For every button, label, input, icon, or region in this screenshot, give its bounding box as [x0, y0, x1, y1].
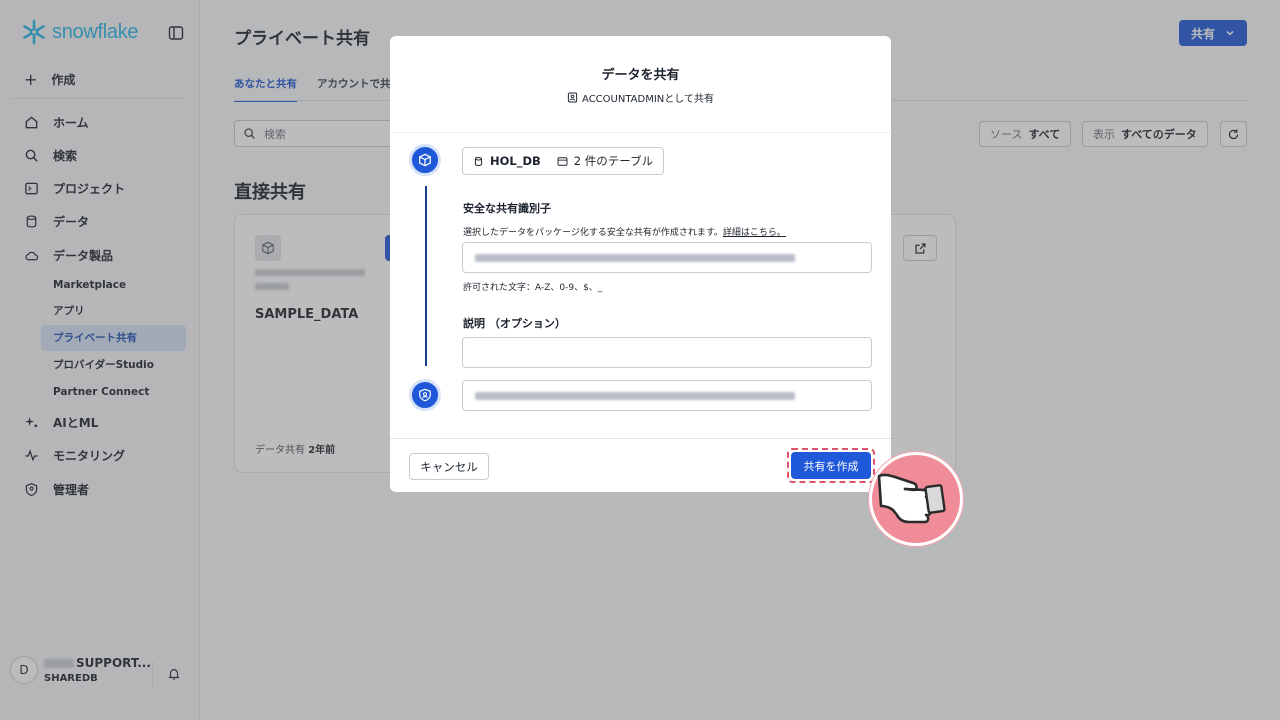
selected-data-chip[interactable]: HOL_DB 2 件のテーブル [462, 147, 665, 175]
shield-user-icon [419, 388, 431, 402]
table-count: 2 件のテーブル [573, 154, 654, 168]
learn-more-link[interactable]: 詳細はこちら。 [723, 228, 786, 238]
dialog-title: データを共有 [601, 68, 680, 83]
step-share-indicator [409, 379, 441, 411]
cancel-button[interactable]: キャンセル [409, 453, 489, 480]
identifier-help: 選択したデータをパッケージ化する安全な共有が作成されます。詳細はこちら。 [463, 228, 786, 238]
share-data-dialog: データを共有 ACCOUNTADMINとして共有 HOL_DB 2 件のテーブル… [390, 36, 891, 492]
redacted-value [475, 391, 795, 400]
pointing-hand-icon [877, 473, 946, 524]
redacted-value [475, 253, 795, 262]
dialog-footer-divider [390, 438, 891, 439]
share-name-input[interactable] [462, 380, 872, 411]
database-name: HOL_DB [490, 154, 541, 168]
description-input[interactable] [462, 337, 872, 368]
pointing-hand-indicator [869, 452, 963, 546]
user-badge-icon [567, 92, 578, 103]
table-icon [557, 156, 568, 166]
identifier-input[interactable] [462, 242, 872, 273]
description-label: 説明 （オプション） [463, 317, 566, 330]
database-icon [474, 156, 483, 166]
dialog-subtitle: ACCOUNTADMINとして共有 [390, 90, 891, 105]
cube-icon [419, 153, 431, 167]
identifier-label: 安全な共有識別子 [463, 202, 551, 215]
step-data-indicator [409, 144, 441, 176]
step-connector [425, 186, 427, 366]
create-share-button[interactable]: 共有を作成 [791, 452, 871, 479]
allowed-chars-note: 許可された文字：A-Z、0-9、$、_ [463, 283, 603, 293]
dialog-divider [390, 132, 891, 133]
